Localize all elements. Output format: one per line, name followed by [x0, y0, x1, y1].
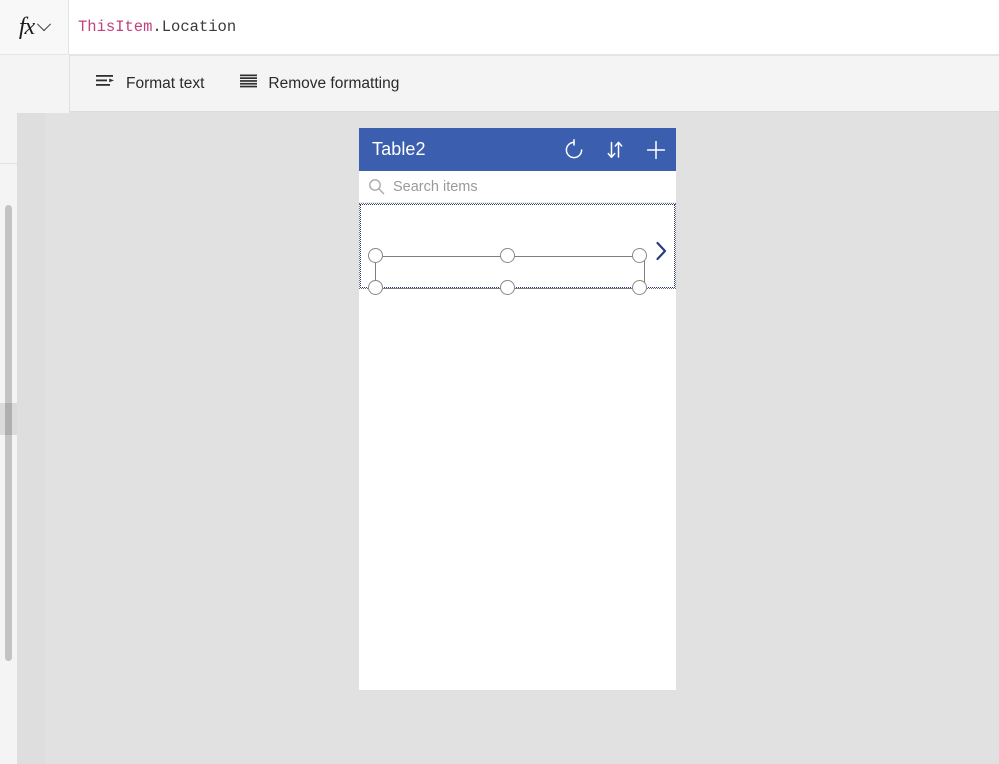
app-header: Table2	[359, 128, 676, 171]
resize-handle-bottom-right[interactable]	[632, 280, 647, 295]
chevron-right-icon[interactable]	[655, 241, 668, 266]
left-rail	[0, 113, 17, 764]
formula-input[interactable]: ThisItem. Location	[69, 0, 999, 54]
formula-token-identifier: ThisItem	[78, 18, 153, 36]
format-text-label: Format text	[126, 74, 205, 92]
format-text-icon	[96, 74, 115, 94]
remove-formatting-icon	[240, 74, 258, 94]
powerapps-studio-window: fx ThisItem. Location Format text Remove…	[0, 0, 999, 764]
app-title: Table2	[372, 139, 426, 159]
resize-handle-bottom-center[interactable]	[500, 280, 515, 295]
left-panel-body	[17, 113, 45, 764]
resize-handle-bottom-left[interactable]	[368, 280, 383, 295]
refresh-icon[interactable]	[562, 138, 586, 162]
resize-handle-top-center[interactable]	[500, 248, 515, 263]
formula-token-property: Location	[161, 18, 237, 36]
format-toolbar: Format text Remove formatting	[70, 55, 999, 112]
search-icon	[359, 178, 393, 195]
gallery[interactable]	[359, 203, 676, 690]
formula-token-dot: .	[152, 18, 162, 36]
resize-handle-top-left[interactable]	[368, 248, 383, 263]
toolbar-left-spacer	[0, 55, 70, 113]
left-rail-divider	[0, 163, 17, 164]
gallery-row-selection[interactable]	[360, 204, 675, 295]
remove-formatting-label: Remove formatting	[268, 74, 400, 92]
format-toolbar-strip: Format text Remove formatting	[0, 55, 999, 113]
sort-icon[interactable]	[603, 138, 627, 162]
formula-bar: fx ThisItem. Location	[0, 0, 999, 55]
search-input-placeholder[interactable]: Search items	[393, 179, 478, 195]
search-bar[interactable]: Search items	[359, 171, 676, 203]
format-text-button[interactable]: Format text	[92, 67, 208, 101]
resize-handle-top-right[interactable]	[632, 248, 647, 263]
remove-formatting-button[interactable]: Remove formatting	[236, 67, 403, 101]
header-actions	[562, 128, 668, 171]
function-icon: fx	[18, 14, 35, 40]
chevron-down-icon	[37, 17, 52, 32]
add-icon[interactable]	[644, 138, 668, 162]
control-selection-border	[360, 204, 675, 288]
app-canvas: Table2 Search items	[359, 128, 676, 690]
left-rail-highlight	[0, 403, 17, 435]
fx-dropdown-button[interactable]: fx	[0, 0, 69, 54]
